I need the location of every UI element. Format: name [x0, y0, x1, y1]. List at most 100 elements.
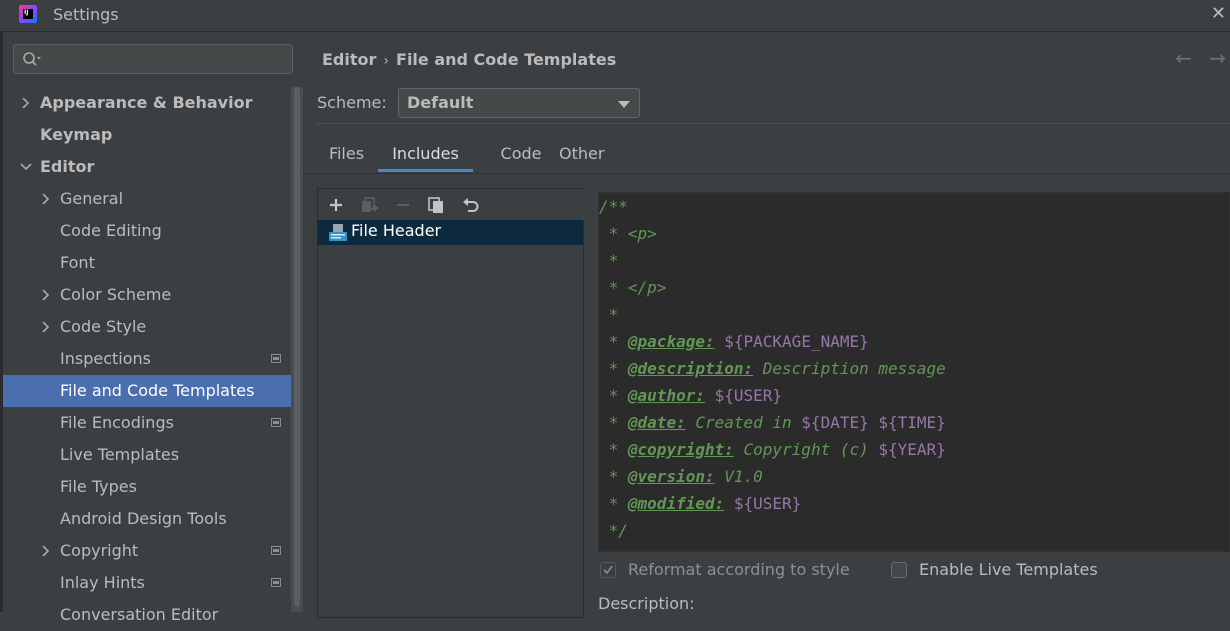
sidebar-item-color-scheme[interactable]: Color Scheme: [3, 279, 290, 311]
code-text: <p>: [627, 224, 657, 243]
settings-sidebar: Appearance & Behavior Keymap Editor General…: [3, 32, 303, 624]
breadcrumb-separator: ›: [383, 53, 390, 69]
code-text: V1.0: [714, 467, 763, 486]
file-template-icon: [329, 224, 347, 241]
chevron-right-icon[interactable]: [40, 311, 52, 343]
code-text: */: [599, 521, 628, 540]
sidebar-scrollbar-thumb[interactable]: [294, 87, 300, 607]
reset-button[interactable]: [461, 195, 481, 215]
chevron-right-icon[interactable]: [40, 279, 52, 311]
sidebar-item-conversation-editor[interactable]: Conversation Editor: [3, 599, 290, 631]
divider: [317, 123, 1230, 124]
breadcrumb-current: File and Code Templates: [396, 50, 617, 69]
code-line: * @package: ${PACKAGE_NAME}: [599, 328, 869, 355]
description-label: Description:: [598, 594, 695, 613]
code-text: *: [599, 494, 628, 513]
add-child-button[interactable]: [359, 195, 379, 215]
chevron-down-icon[interactable]: [20, 151, 32, 183]
code-text: *: [599, 440, 628, 459]
code-text: *: [599, 332, 628, 351]
code-text: *: [599, 386, 628, 405]
sidebar-item-inlay-hints[interactable]: Inlay Hints: [3, 567, 290, 599]
live-templates-label: Enable Live Templates: [919, 560, 1098, 579]
tab-code[interactable]: Code: [488, 136, 554, 172]
code-text: *: [599, 224, 628, 243]
code-text: </p>: [627, 278, 667, 297]
sidebar-item-appearance-behavior[interactable]: Appearance & Behavior: [3, 87, 290, 119]
chevron-right-icon[interactable]: [20, 87, 32, 119]
code-line: * @copyright: Copyright (c) ${YEAR}: [599, 436, 946, 463]
remove-button[interactable]: [393, 195, 413, 215]
code-line: *: [599, 247, 619, 274]
code-line: * @version: V1.0: [599, 463, 763, 490]
tab-other[interactable]: Other: [559, 136, 604, 172]
back-arrow-icon[interactable]: ←: [1175, 46, 1192, 70]
code-line: * @modified: ${USER}: [599, 490, 802, 517]
sidebar-item-label: Conversation Editor: [60, 605, 219, 624]
sidebar-item-android-design-tools[interactable]: Android Design Tools: [3, 503, 290, 535]
reformat-label: Reformat according to style: [628, 560, 850, 579]
sidebar-item-live-templates[interactable]: Live Templates: [3, 439, 290, 471]
settings-search[interactable]: [13, 44, 293, 74]
sidebar-item-label: File Encodings: [60, 413, 174, 432]
search-input[interactable]: [48, 48, 288, 72]
add-icon: [330, 199, 342, 211]
sidebar-item-file-encodings[interactable]: File Encodings: [3, 407, 290, 439]
tab-includes[interactable]: Includes: [378, 136, 473, 172]
sidebar-item-copyright[interactable]: Copyright: [3, 535, 290, 567]
sidebar-item-code-editing[interactable]: Code Editing: [3, 215, 290, 247]
sidebar-item-label: General: [60, 189, 124, 208]
scheme-dropdown[interactable]: Default: [398, 88, 640, 118]
sidebar-scrollbar[interactable]: [291, 87, 303, 612]
add-child-icon: [362, 197, 378, 212]
template-editor[interactable]: /** * <p> * * </p> * * @package: ${PACKA…: [598, 192, 1230, 552]
remove-icon: [397, 204, 409, 206]
add-button[interactable]: [326, 195, 346, 215]
forward-arrow-icon[interactable]: →: [1209, 46, 1226, 70]
breadcrumb: Editor › File and Code Templates: [322, 50, 616, 69]
chevron-right-icon[interactable]: [40, 535, 52, 567]
copy-icon: [428, 197, 443, 213]
intellij-idea-icon: IJ: [19, 5, 37, 23]
code-text: *: [599, 359, 628, 378]
app-icon-text: IJ: [24, 9, 29, 16]
javadoc-tag: @version:: [627, 467, 715, 486]
sidebar-item-general[interactable]: General: [3, 183, 290, 215]
reset-icon: [463, 198, 479, 212]
tab-files[interactable]: Files: [317, 136, 376, 172]
sidebar-item-label: Android Design Tools: [60, 509, 227, 528]
chevron-down-icon: [618, 101, 630, 108]
copy-button[interactable]: [426, 195, 446, 215]
javadoc-tag: @description:: [627, 359, 754, 378]
template-item-file-header[interactable]: File Header: [318, 220, 583, 245]
template-variable: ${DATE}: [801, 413, 869, 432]
template-variable: ${PACKAGE_NAME}: [724, 332, 869, 351]
chevron-right-icon[interactable]: [40, 183, 52, 215]
sidebar-item-editor[interactable]: Editor: [3, 151, 290, 183]
sidebar-item-label: Inlay Hints: [60, 573, 145, 592]
code-text: /**: [599, 197, 628, 216]
templates-content: File Header /** * <p> * * </p> * * @pack…: [303, 173, 1230, 618]
sidebar-item-file-and-code-templates[interactable]: File and Code Templates: [3, 375, 303, 407]
live-templates-checkbox[interactable]: [891, 562, 907, 578]
reformat-checkbox[interactable]: [600, 562, 616, 578]
code-text: Created in: [685, 413, 802, 432]
sidebar-item-keymap[interactable]: Keymap: [3, 119, 290, 151]
sidebar-item-label: File and Code Templates: [60, 381, 255, 400]
breadcrumb-parent[interactable]: Editor: [322, 50, 376, 69]
scheme-label: Scheme:: [317, 93, 387, 112]
sidebar-item-font[interactable]: Font: [3, 247, 290, 279]
code-text: *: [599, 251, 619, 270]
javadoc-tag: @package:: [627, 332, 715, 351]
sidebar-item-label: Code Editing: [60, 221, 162, 240]
code-line: * @author: ${USER}: [599, 382, 782, 409]
close-icon[interactable]: ✕: [1211, 3, 1226, 24]
sidebar-item-code-style[interactable]: Code Style: [3, 311, 290, 343]
sidebar-item-file-types[interactable]: File Types: [3, 471, 290, 503]
sidebar-item-inspections[interactable]: Inspections: [3, 343, 290, 375]
checkmark-icon: [603, 565, 613, 575]
project-scope-icon: [271, 354, 281, 363]
code-line: * </p>: [599, 274, 667, 301]
